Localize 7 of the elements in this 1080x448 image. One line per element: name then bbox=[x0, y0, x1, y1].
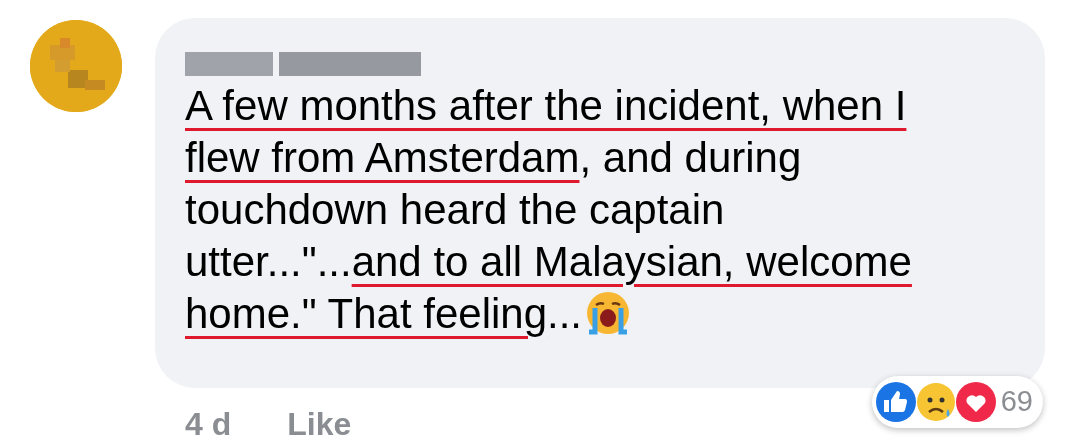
reaction-count: 69 bbox=[1000, 384, 1033, 420]
sad-face-icon bbox=[914, 381, 957, 423]
timestamp: 4 d bbox=[185, 405, 232, 444]
comment-text: A few months after the incident, when I flew from Amsterdam, and during touchdown heard the captain utter..."...and to all Malaysian, welcome home." That feeling... bbox=[185, 80, 1045, 340]
reactions-badge[interactable]: 69 bbox=[871, 376, 1043, 428]
thumbs-up-icon bbox=[874, 381, 917, 423]
like-link[interactable]: Like bbox=[287, 400, 352, 448]
